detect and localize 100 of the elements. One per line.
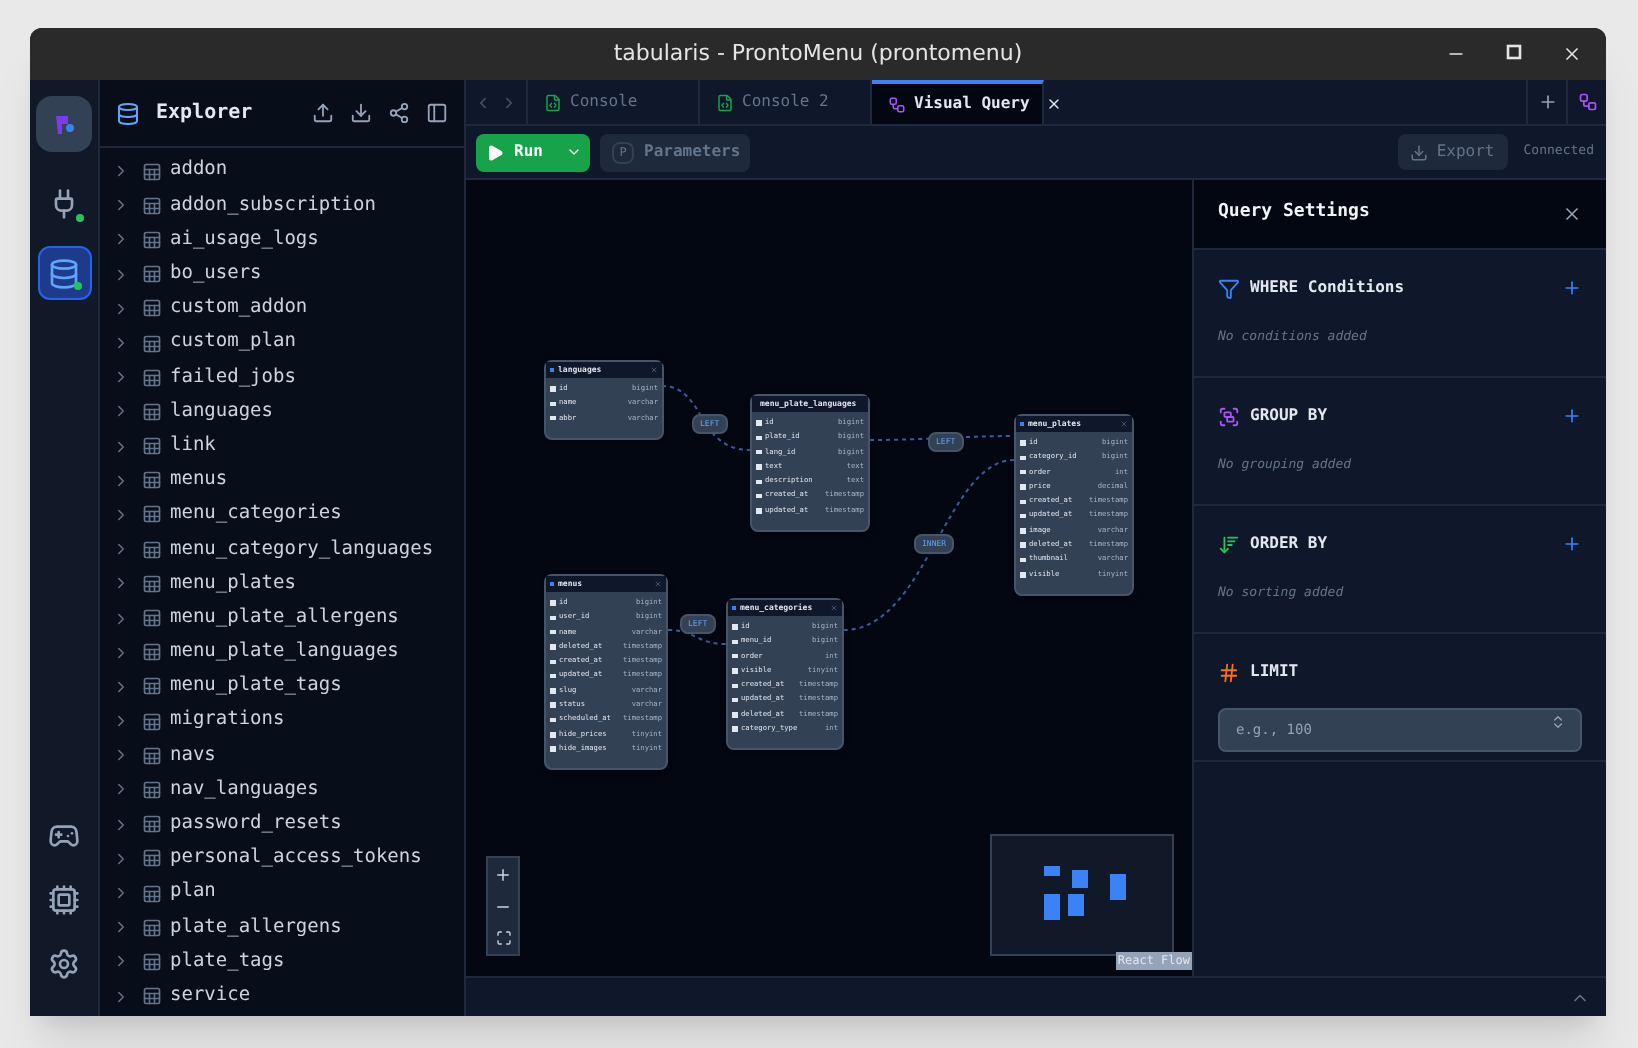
table-icon	[142, 470, 162, 491]
cpu-icon	[48, 884, 80, 916]
tab[interactable]: Console	[528, 80, 700, 124]
checkbox-icon[interactable]	[550, 688, 555, 694]
checkbox-icon[interactable]	[1020, 572, 1025, 578]
upload-icon[interactable]	[312, 102, 334, 124]
table-item[interactable]: menu_plate_allergens	[100, 600, 464, 636]
table-item[interactable]: menus	[100, 463, 464, 498]
checkbox-icon[interactable]	[1020, 557, 1025, 563]
table-item[interactable]: navs	[100, 738, 464, 773]
checkbox-icon[interactable]	[732, 624, 737, 630]
checkbox-icon[interactable]	[756, 449, 761, 455]
checkbox-icon[interactable]	[550, 644, 555, 650]
checkbox-icon[interactable]	[550, 673, 555, 679]
section-title: WHERE Conditions	[1250, 276, 1405, 300]
table-item[interactable]: menu_plates	[100, 566, 464, 601]
checkbox-icon[interactable]	[756, 435, 761, 441]
table-item[interactable]: password_resets	[100, 807, 464, 842]
table-item[interactable]: menu_plate_languages	[100, 635, 464, 670]
table-icon	[142, 298, 162, 319]
app-logo[interactable]	[36, 96, 92, 152]
close-icon[interactable]	[1562, 204, 1582, 224]
checkbox-icon[interactable]	[732, 697, 737, 703]
table-icon	[142, 367, 162, 388]
table-item[interactable]: migrations	[100, 704, 464, 739]
checkbox-icon[interactable]	[756, 420, 761, 426]
panel-icon[interactable]	[426, 102, 448, 124]
table-item[interactable]: plan	[100, 875, 464, 911]
table-item[interactable]: custom_plan	[100, 325, 464, 361]
checkbox-icon[interactable]	[1020, 513, 1025, 519]
table-name: custom_plan	[170, 328, 296, 357]
checkbox-icon[interactable]	[732, 653, 737, 659]
table-item[interactable]: bo_users	[100, 257, 464, 292]
table-item[interactable]: menu_plate_tags	[100, 669, 464, 704]
maximize-icon[interactable]	[1506, 44, 1522, 60]
checkbox-icon[interactable]	[550, 732, 555, 738]
checkbox-icon[interactable]	[550, 629, 555, 635]
checkbox-icon[interactable]	[756, 508, 761, 514]
checkbox-icon[interactable]	[550, 702, 555, 708]
add-icon[interactable]	[1562, 406, 1582, 426]
checkbox-icon[interactable]	[1020, 469, 1025, 475]
table-item[interactable]: personal_access_tokens	[100, 841, 464, 876]
checkbox-icon[interactable]	[1020, 542, 1025, 548]
checkbox-icon[interactable]	[550, 386, 555, 392]
table-icon	[142, 504, 162, 525]
minimap[interactable]	[990, 834, 1174, 956]
table-icon	[142, 333, 162, 354]
checkbox-icon[interactable]	[550, 659, 555, 665]
checkbox-icon[interactable]	[550, 415, 555, 421]
checkbox-icon[interactable]	[732, 639, 737, 645]
table-item[interactable]: addon_subscription	[100, 188, 464, 223]
table-name: custom_addon	[170, 294, 308, 323]
table-item[interactable]: addon	[100, 154, 464, 189]
table-icon	[142, 539, 162, 560]
table-item[interactable]: plate_allergens	[100, 910, 464, 945]
close-icon[interactable]	[1562, 44, 1582, 64]
rail-button[interactable]	[44, 880, 84, 920]
table-item[interactable]: custom_addon	[100, 291, 464, 326]
checkbox-icon[interactable]	[756, 479, 761, 485]
table-item[interactable]: failed_jobs	[100, 360, 464, 395]
rail-button[interactable]	[37, 246, 91, 300]
table-name: personal_access_tokens	[170, 844, 422, 873]
table-item[interactable]: ai_usage_logs	[100, 222, 464, 258]
checkbox-icon[interactable]	[1020, 484, 1025, 490]
checkbox-icon[interactable]	[732, 712, 737, 718]
table-item[interactable]: languages	[100, 394, 464, 429]
checkbox-icon[interactable]	[732, 726, 737, 732]
add-icon[interactable]	[1562, 534, 1582, 554]
table-item[interactable]: nav_languages	[100, 772, 464, 808]
table-name: navs	[170, 741, 216, 770]
checkbox-icon[interactable]	[1020, 455, 1025, 461]
checkbox-icon[interactable]	[550, 600, 555, 606]
section-title: GROUP BY	[1250, 404, 1328, 428]
checkbox-icon[interactable]	[550, 401, 555, 407]
table-item[interactable]: service	[100, 979, 464, 1014]
table-item[interactable]: link	[100, 429, 464, 464]
checkbox-icon[interactable]	[732, 668, 737, 674]
checkbox-icon[interactable]	[550, 746, 555, 752]
table-item[interactable]: menu_categories	[100, 497, 464, 533]
table-item[interactable]: menu_category_languages	[100, 532, 464, 567]
checkbox-icon[interactable]	[756, 464, 761, 470]
table-name: menus	[170, 466, 228, 495]
window-title: tabularis - ProntoMenu (prontomenu)	[613, 37, 1023, 70]
table-name: menu_categories	[170, 500, 342, 529]
add-tab-icon[interactable]	[1537, 92, 1557, 112]
tab-label: Visual Query	[914, 92, 1030, 116]
checkbox-icon[interactable]	[732, 683, 737, 689]
checkbox-icon[interactable]	[550, 717, 555, 723]
checkbox-icon[interactable]	[756, 493, 761, 499]
caret-icon[interactable]	[566, 144, 582, 160]
checkbox-icon[interactable]	[1020, 499, 1025, 505]
checkbox-icon[interactable]	[1020, 440, 1025, 446]
table-item[interactable]: plate_tags	[100, 944, 464, 979]
connector-line	[661, 385, 751, 451]
spinner-icon[interactable]	[1550, 714, 1566, 730]
checkbox-icon[interactable]	[1020, 528, 1025, 534]
download-icon[interactable]	[350, 102, 372, 124]
table-name: languages	[170, 397, 273, 426]
checkbox-icon[interactable]	[550, 615, 555, 621]
add-icon[interactable]	[1562, 278, 1582, 298]
